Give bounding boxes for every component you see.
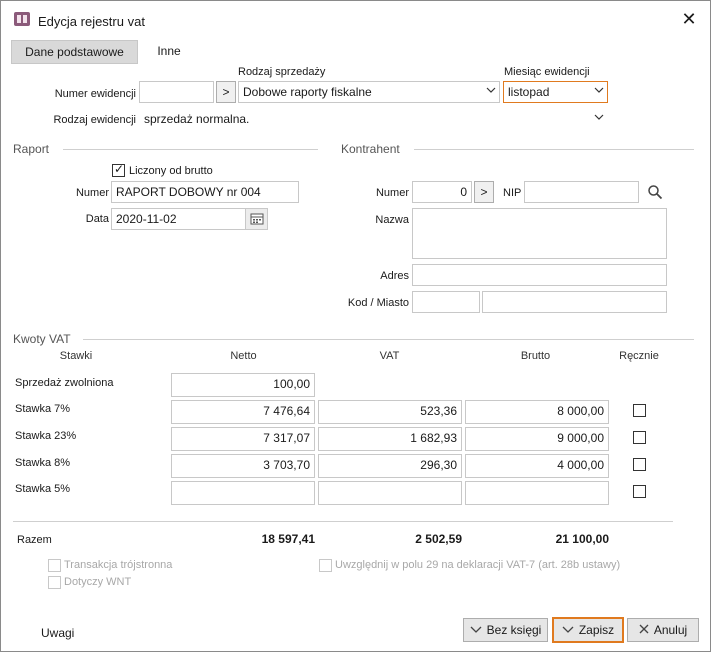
vat-cell[interactable] — [318, 481, 462, 505]
bez-ksiegi-button[interactable]: Bez księgi — [463, 618, 548, 642]
dotyczy-wnt-label: Dotyczy WNT — [64, 576, 132, 588]
dialog-window: Edycja rejestru vat ✕ Dane podstawowe In… — [0, 0, 711, 652]
anuluj-button[interactable]: Anuluj — [627, 618, 699, 642]
raport-separator — [63, 149, 318, 150]
rodzaj-ewidencji-label: Rodzaj ewidencji — [53, 114, 136, 126]
nip-label: NIP — [503, 187, 522, 199]
vat-cell[interactable]: 523,36 — [318, 400, 462, 424]
razem-brutto: 21 100,00 — [555, 532, 609, 546]
razem-separator — [13, 521, 673, 522]
rodzaj-sprzedazy-label: Rodzaj sprzedaży — [238, 66, 326, 78]
chevron-down-icon — [594, 113, 604, 121]
vat-cell[interactable]: 1 682,93 — [318, 427, 462, 451]
liczony-od-brutto-label: Liczony od brutto — [129, 165, 213, 177]
raport-numer-label: Numer — [75, 187, 109, 199]
row-label: Stawka 5% — [15, 483, 71, 495]
close-icon[interactable]: ✕ — [680, 10, 698, 28]
search-icon[interactable] — [647, 184, 663, 200]
kontrahent-section-title: Kontrahent — [341, 142, 400, 156]
brutto-cell[interactable]: 8 000,00 — [465, 400, 609, 424]
transakcja-trojstronna-label: Transakcja trójstronna — [64, 559, 173, 571]
tab-inne[interactable]: Inne — [146, 40, 192, 64]
anuluj-label: Anuluj — [653, 623, 688, 637]
raport-data-input[interactable]: 2020-11-02 — [111, 208, 268, 230]
raport-data-label: Data — [85, 213, 109, 225]
numer-ewidencji-label: Numer ewidencji — [54, 88, 136, 100]
recznie-checkbox[interactable] — [633, 431, 646, 444]
rodzaj-sprzedazy-value: Dobowe raporty fiskalne — [243, 85, 372, 99]
brutto-cell[interactable] — [465, 481, 609, 505]
miesiac-ewidencji-select[interactable]: listopad — [503, 81, 608, 103]
uwzglednij-checkbox[interactable] — [319, 559, 332, 572]
razem-label: Razem — [17, 534, 52, 546]
book-icon — [14, 12, 30, 26]
razem-netto: 18 597,41 — [261, 532, 315, 546]
rodzaj-ewidencji-value: sprzedaż normalna. — [144, 112, 250, 126]
miasto-input[interactable] — [482, 291, 667, 313]
raport-numer-input[interactable]: RAPORT DOBOWY nr 004 — [111, 181, 299, 203]
kontrahent-numer-label: Numer — [375, 187, 409, 199]
header-brutto: Brutto — [520, 350, 551, 362]
rodzaj-ewidencji-select[interactable]: sprzedaż normalna. — [139, 108, 608, 130]
netto-cell[interactable]: 100,00 — [171, 373, 315, 397]
chevron-down-icon — [594, 86, 604, 94]
brutto-cell[interactable]: 4 000,00 — [465, 454, 609, 478]
chevron-down-icon — [470, 619, 482, 641]
transakcja-trojstronna-checkbox[interactable] — [48, 559, 61, 572]
uwagi-link[interactable]: Uwagi — [41, 626, 74, 640]
nazwa-label: Nazwa — [375, 214, 409, 226]
miesiac-ewidencji-label: Miesiąc ewidencji — [504, 66, 590, 78]
kontrahent-next-button[interactable]: > — [474, 181, 494, 203]
brutto-cell[interactable]: 9 000,00 — [465, 427, 609, 451]
row-label: Stawka 8% — [15, 457, 71, 469]
netto-cell[interactable]: 7 317,07 — [171, 427, 315, 451]
chevron-down-icon — [486, 86, 496, 94]
miesiac-ewidencji-value: listopad — [508, 85, 550, 99]
liczony-od-brutto-checkbox[interactable] — [112, 162, 125, 177]
row-label: Sprzedaż zwolniona — [15, 377, 114, 389]
numer-ewidencji-input[interactable] — [139, 81, 214, 103]
close-icon — [639, 619, 649, 641]
netto-cell[interactable] — [171, 481, 315, 505]
kontrahent-separator — [414, 149, 694, 150]
kwoty-separator — [83, 339, 694, 340]
calendar-icon[interactable] — [245, 209, 267, 229]
adres-label: Adres — [380, 270, 409, 282]
rodzaj-sprzedazy-select[interactable]: Dobowe raporty fiskalne — [238, 81, 500, 103]
zapisz-button[interactable]: Zapisz — [552, 617, 624, 643]
raport-section-title: Raport — [13, 142, 50, 156]
netto-cell[interactable]: 7 476,64 — [171, 400, 315, 424]
header-recznie: Ręcznie — [619, 350, 659, 362]
bez-ksiegi-label: Bez księgi — [486, 623, 542, 637]
recznie-checkbox[interactable] — [633, 485, 646, 498]
header-netto: Netto — [230, 350, 257, 362]
nazwa-input[interactable] — [412, 208, 667, 259]
tab-dane-podstawowe[interactable]: Dane podstawowe — [11, 40, 138, 64]
numer-ewidencji-next-button[interactable]: > — [216, 81, 236, 103]
kod-input[interactable] — [412, 291, 480, 313]
chevron-down-icon — [562, 619, 574, 641]
raport-data-value: 2020-11-02 — [116, 212, 177, 226]
adres-input[interactable] — [412, 264, 667, 286]
row-label: Stawka 7% — [15, 403, 71, 415]
kwoty-vat-section-title: Kwoty VAT — [13, 332, 71, 346]
title-bar: Edycja rejestru vat ✕ — [1, 1, 710, 35]
zapisz-label: Zapisz — [578, 623, 615, 637]
dotyczy-wnt-checkbox[interactable] — [48, 576, 61, 589]
recznie-checkbox[interactable] — [633, 404, 646, 417]
uwzglednij-label: Uwzględnij w polu 29 na deklaracji VAT-7… — [335, 559, 621, 571]
razem-vat: 2 502,59 — [415, 532, 462, 546]
header-stawki: Stawki — [59, 350, 93, 362]
row-label: Stawka 23% — [15, 430, 77, 442]
nip-input[interactable] — [524, 181, 639, 203]
header-vat: VAT — [379, 350, 400, 362]
kod-miasto-label: Kod / Miasto — [347, 297, 409, 309]
kontrahent-numer-input[interactable]: 0 — [412, 181, 472, 203]
recznie-checkbox[interactable] — [633, 458, 646, 471]
window-title: Edycja rejestru vat — [38, 14, 145, 29]
netto-cell[interactable]: 3 703,70 — [171, 454, 315, 478]
vat-cell[interactable]: 296,30 — [318, 454, 462, 478]
